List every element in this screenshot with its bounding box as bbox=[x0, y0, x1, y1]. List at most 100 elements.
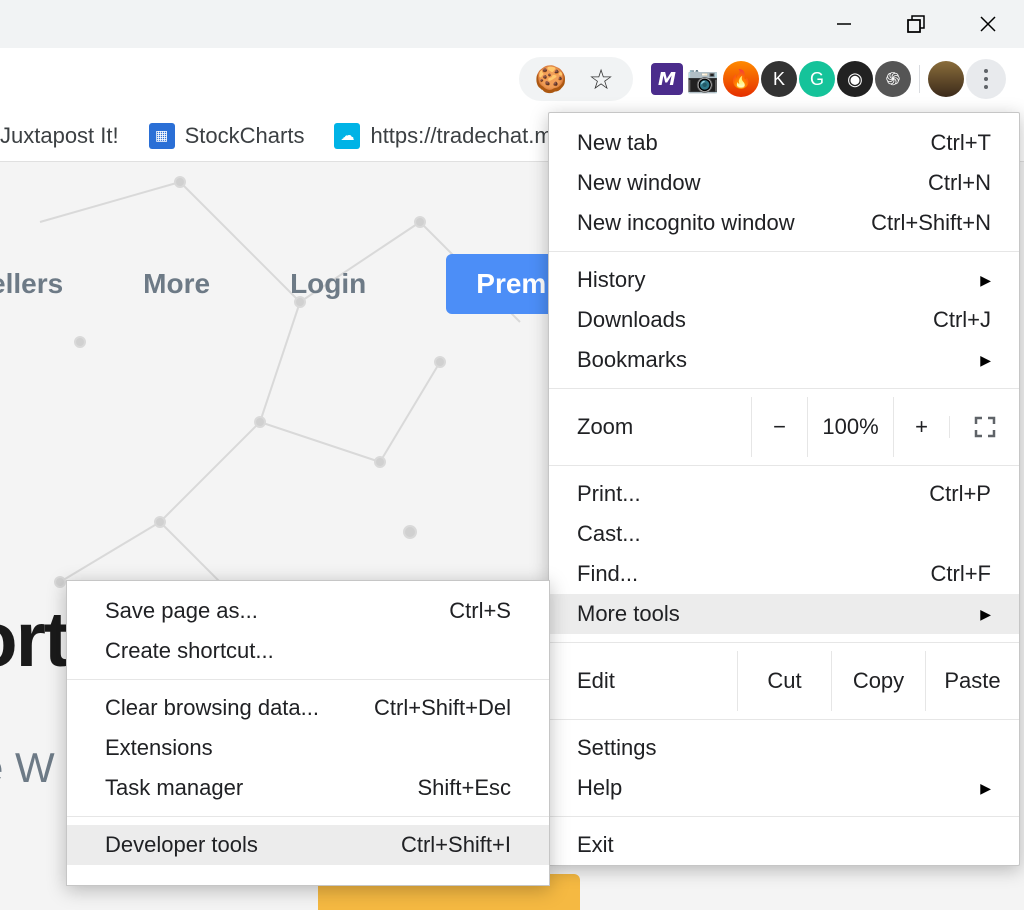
menu-label: History bbox=[577, 267, 645, 293]
menu-more-tools[interactable]: More tools ▶ bbox=[549, 594, 1019, 634]
shortcut-text: Ctrl+J bbox=[933, 307, 991, 333]
fullscreen-icon bbox=[974, 416, 996, 438]
submenu-arrow-icon: ▶ bbox=[980, 352, 991, 369]
submenu-create-shortcut[interactable]: Create shortcut... bbox=[67, 631, 549, 671]
menu-find[interactable]: Find... Ctrl+F bbox=[549, 554, 1019, 594]
menu-label: Bookmarks bbox=[577, 347, 687, 373]
submenu-arrow-icon: ▶ bbox=[980, 606, 991, 623]
chrome-menu-button[interactable] bbox=[966, 59, 1006, 99]
menu-label: Task manager bbox=[105, 775, 243, 801]
shortcut-text: Ctrl+T bbox=[931, 130, 992, 156]
hero-heading: ort bbox=[0, 594, 68, 685]
menu-bookmarks[interactable]: Bookmarks ▶ bbox=[549, 340, 1019, 380]
shortcut-text: Ctrl+Shift+Del bbox=[374, 695, 511, 721]
bookmark-tradechat[interactable]: ☁ https://tradechat.m bbox=[334, 123, 552, 149]
menu-history[interactable]: History ▶ bbox=[549, 260, 1019, 300]
menu-label: Find... bbox=[577, 561, 638, 587]
favicon-icon: ☁ bbox=[334, 123, 360, 149]
edit-copy-button[interactable]: Copy bbox=[831, 651, 925, 711]
favicon-icon: ▦ bbox=[149, 123, 175, 149]
maximize-icon bbox=[907, 15, 925, 33]
menu-cast[interactable]: Cast... bbox=[549, 514, 1019, 554]
menu-label: New tab bbox=[577, 130, 658, 156]
menu-new-window[interactable]: New window Ctrl+N bbox=[549, 163, 1019, 203]
bookmark-label: StockCharts bbox=[185, 123, 305, 149]
bookmark-label: Juxtapost It! bbox=[0, 123, 119, 149]
nav-login[interactable]: Login bbox=[290, 268, 366, 300]
menu-label: Zoom bbox=[549, 414, 751, 440]
menu-label: Edit bbox=[549, 668, 737, 694]
fullscreen-button[interactable] bbox=[949, 416, 1019, 438]
hero-subtext: e W bbox=[0, 744, 55, 792]
menu-print[interactable]: Print... Ctrl+P bbox=[549, 474, 1019, 514]
bookmark-juxtapost[interactable]: Juxtapost It! bbox=[0, 123, 119, 149]
extension-fire-icon[interactable]: 🔥 bbox=[723, 61, 759, 97]
submenu-arrow-icon: ▶ bbox=[980, 780, 991, 797]
shortcut-text: Ctrl+P bbox=[929, 481, 991, 507]
window-close-button[interactable] bbox=[952, 0, 1024, 48]
menu-zoom-row: Zoom − 100% + bbox=[549, 397, 1019, 457]
menu-label: Downloads bbox=[577, 307, 686, 333]
extension-k-icon[interactable]: K bbox=[761, 61, 797, 97]
menu-label: New window bbox=[577, 170, 701, 196]
menu-label: Exit bbox=[577, 832, 614, 858]
menu-label: Settings bbox=[577, 735, 657, 761]
shortcut-text: Ctrl+S bbox=[449, 598, 511, 624]
submenu-developer-tools[interactable]: Developer tools Ctrl+Shift+I bbox=[67, 825, 549, 865]
submenu-save-page[interactable]: Save page as... Ctrl+S bbox=[67, 591, 549, 631]
menu-downloads[interactable]: Downloads Ctrl+J bbox=[549, 300, 1019, 340]
menu-new-tab[interactable]: New tab Ctrl+T bbox=[549, 123, 1019, 163]
menu-separator bbox=[549, 719, 1019, 720]
menu-label: More tools bbox=[577, 601, 680, 627]
browser-toolbar: 🍪 ☆ 𝙈 📷 🔥 K G ◉ ֍ bbox=[0, 48, 1024, 110]
menu-label: Cast... bbox=[577, 521, 641, 547]
menu-settings[interactable]: Settings bbox=[549, 728, 1019, 768]
close-icon bbox=[979, 15, 997, 33]
menu-edit-row: Edit Cut Copy Paste bbox=[549, 651, 1019, 711]
extension-spiral-icon[interactable]: ֍ bbox=[875, 61, 911, 97]
menu-separator bbox=[67, 679, 549, 680]
bookmark-star-icon[interactable]: ☆ bbox=[583, 61, 619, 97]
edit-cut-button[interactable]: Cut bbox=[737, 651, 831, 711]
shortcut-text: Ctrl+N bbox=[928, 170, 991, 196]
menu-help[interactable]: Help ▶ bbox=[549, 768, 1019, 808]
submenu-arrow-icon: ▶ bbox=[980, 272, 991, 289]
shortcut-text: Ctrl+Shift+I bbox=[401, 832, 511, 858]
extension-g-icon[interactable]: G bbox=[799, 61, 835, 97]
extension-m-icon[interactable]: 𝙈 bbox=[651, 63, 683, 95]
window-controls-bar bbox=[0, 0, 1024, 48]
window-maximize-button[interactable] bbox=[880, 0, 952, 48]
more-tools-submenu: Save page as... Ctrl+S Create shortcut..… bbox=[66, 580, 550, 886]
submenu-task-manager[interactable]: Task manager Shift+Esc bbox=[67, 768, 549, 808]
zoom-out-button[interactable]: − bbox=[751, 397, 807, 457]
submenu-clear-data[interactable]: Clear browsing data... Ctrl+Shift+Del bbox=[67, 688, 549, 728]
nav-sellers[interactable]: ellers bbox=[0, 268, 63, 300]
menu-label: Extensions bbox=[105, 735, 213, 761]
menu-separator bbox=[549, 251, 1019, 252]
menu-separator bbox=[549, 465, 1019, 466]
minimize-icon bbox=[835, 15, 853, 33]
bookmark-label: https://tradechat.m bbox=[370, 123, 552, 149]
extension-lens-icon[interactable]: ◉ bbox=[837, 61, 873, 97]
extension-camera-icon[interactable]: 📷 bbox=[685, 61, 721, 97]
nav-more[interactable]: More bbox=[143, 268, 210, 300]
menu-incognito[interactable]: New incognito window Ctrl+Shift+N bbox=[549, 203, 1019, 243]
submenu-extensions[interactable]: Extensions bbox=[67, 728, 549, 768]
shortcut-text: Shift+Esc bbox=[417, 775, 511, 801]
cookie-blocker-icon[interactable]: 🍪 bbox=[533, 61, 569, 97]
bookmark-stockcharts[interactable]: ▦ StockCharts bbox=[149, 123, 305, 149]
shortcut-text: Ctrl+Shift+N bbox=[871, 210, 991, 236]
chrome-main-menu: New tab Ctrl+T New window Ctrl+N New inc… bbox=[548, 112, 1020, 866]
menu-exit[interactable]: Exit bbox=[549, 825, 1019, 865]
menu-separator bbox=[549, 816, 1019, 817]
toolbar-separator bbox=[919, 65, 920, 93]
zoom-in-button[interactable]: + bbox=[893, 397, 949, 457]
zoom-level-label: 100% bbox=[807, 397, 893, 457]
menu-label: New incognito window bbox=[577, 210, 795, 236]
edit-paste-button[interactable]: Paste bbox=[925, 651, 1019, 711]
window-minimize-button[interactable] bbox=[808, 0, 880, 48]
menu-label: Clear browsing data... bbox=[105, 695, 319, 721]
profile-avatar[interactable] bbox=[928, 61, 964, 97]
menu-label: Print... bbox=[577, 481, 641, 507]
menu-label: Help bbox=[577, 775, 622, 801]
